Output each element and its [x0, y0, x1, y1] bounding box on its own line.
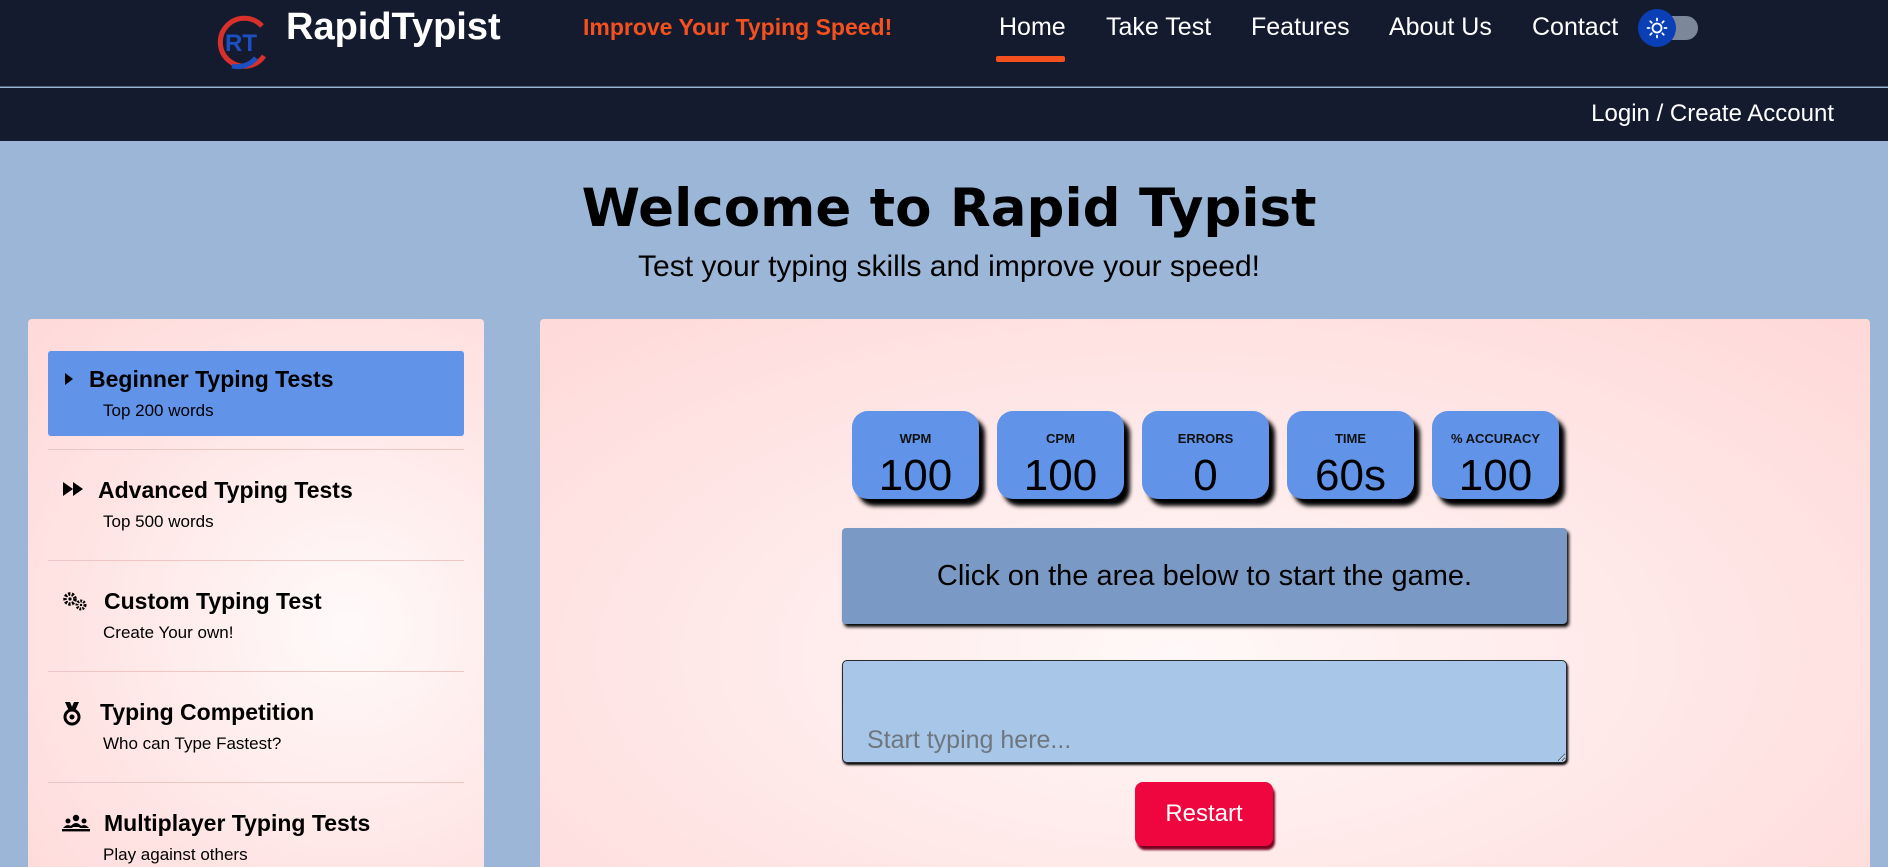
sidebar-item-desc: Who can Type Fastest? — [103, 734, 282, 753]
stat-accuracy: % ACCURACY 100 — [1432, 411, 1559, 500]
restart-button[interactable]: Restart — [1135, 782, 1273, 846]
fast-forward-icon — [62, 480, 88, 502]
test-mode-sidebar: Beginner Typing Tests Top 200 words Adva… — [28, 319, 484, 867]
stat-value: 100 — [878, 451, 953, 500]
tagline: Improve Your Typing Speed! — [583, 14, 893, 40]
divider — [48, 671, 464, 672]
rt-logo-icon: RT — [217, 15, 267, 70]
nav-features[interactable]: Features — [1251, 13, 1350, 42]
nav-about-us[interactable]: About Us — [1389, 13, 1492, 42]
game-instruction: Click on the area below to start the gam… — [842, 528, 1567, 624]
nav-take-test[interactable]: Take Test — [1106, 13, 1211, 42]
stat-value: 100 — [1023, 451, 1098, 500]
theme-toggle[interactable] — [1638, 9, 1700, 47]
play-icon — [62, 371, 88, 393]
medal-icon — [62, 702, 88, 726]
sidebar-item-competition[interactable]: Typing Competition Who can Type Fastest? — [48, 684, 464, 769]
sidebar-item-desc: Play against others — [103, 845, 248, 864]
stat-wpm: WPM 100 — [852, 411, 979, 500]
sidebar-item-desc: Top 500 words — [103, 512, 214, 531]
stat-value: 60s — [1315, 451, 1386, 500]
stat-label: WPM — [899, 431, 932, 446]
page-subtitle: Test your typing skills and improve your… — [638, 250, 1260, 283]
stat-errors: ERRORS 0 — [1142, 411, 1269, 500]
sidebar-item-title: Advanced Typing Tests — [98, 477, 353, 503]
login-create-account-link[interactable]: Login / Create Account — [1591, 100, 1834, 128]
stat-label: CPM — [1046, 431, 1075, 446]
stat-time: TIME 60s — [1287, 411, 1414, 500]
divider — [48, 560, 464, 561]
sidebar-item-title: Typing Competition — [100, 699, 315, 725]
divider — [48, 449, 464, 450]
stat-value: 100 — [1458, 451, 1533, 500]
stat-value: 0 — [1193, 451, 1218, 500]
divider — [48, 782, 464, 783]
nav-contact[interactable]: Contact — [1532, 13, 1618, 42]
sidebar-item-title: Custom Typing Test — [104, 588, 322, 614]
brand-logo[interactable]: RT — [212, 12, 270, 72]
sidebar-item-multiplayer[interactable]: Multiplayer Typing Tests Play against ot… — [48, 795, 464, 867]
logo-text: RT — [225, 30, 257, 57]
people-group-icon — [62, 813, 90, 835]
stat-label: ERRORS — [1177, 431, 1234, 446]
sidebar-item-title: Multiplayer Typing Tests — [104, 810, 371, 836]
sidebar-item-beginner[interactable]: Beginner Typing Tests Top 200 words — [48, 351, 464, 436]
sidebar-item-desc: Create Your own! — [103, 623, 234, 642]
active-nav-indicator — [996, 56, 1065, 62]
stat-cpm: CPM 100 — [997, 411, 1124, 500]
gears-icon — [62, 591, 88, 613]
account-bar: Login / Create Account — [0, 88, 1888, 141]
stat-label: % ACCURACY — [1450, 431, 1541, 446]
page-title: Welcome to Rapid Typist — [581, 178, 1317, 239]
sidebar-item-advanced[interactable]: Advanced Typing Tests Top 500 words — [48, 462, 464, 547]
typing-input[interactable] — [842, 660, 1567, 763]
stat-label: TIME — [1334, 431, 1367, 446]
sidebar-item-title: Beginner Typing Tests — [89, 366, 334, 392]
typing-game-panel: WPM 100 CPM 100 ERRORS 0 TIME 60s % ACCU… — [540, 319, 1870, 867]
nav-home[interactable]: Home — [999, 13, 1066, 42]
sidebar-item-desc: Top 200 words — [103, 401, 214, 420]
brand-name[interactable]: RapidTypist — [286, 6, 501, 49]
sun-icon — [1638, 9, 1676, 47]
sidebar-item-custom[interactable]: Custom Typing Test Create Your own! — [48, 573, 464, 658]
top-navbar: RT RapidTypist Improve Your Typing Speed… — [0, 0, 1888, 87]
